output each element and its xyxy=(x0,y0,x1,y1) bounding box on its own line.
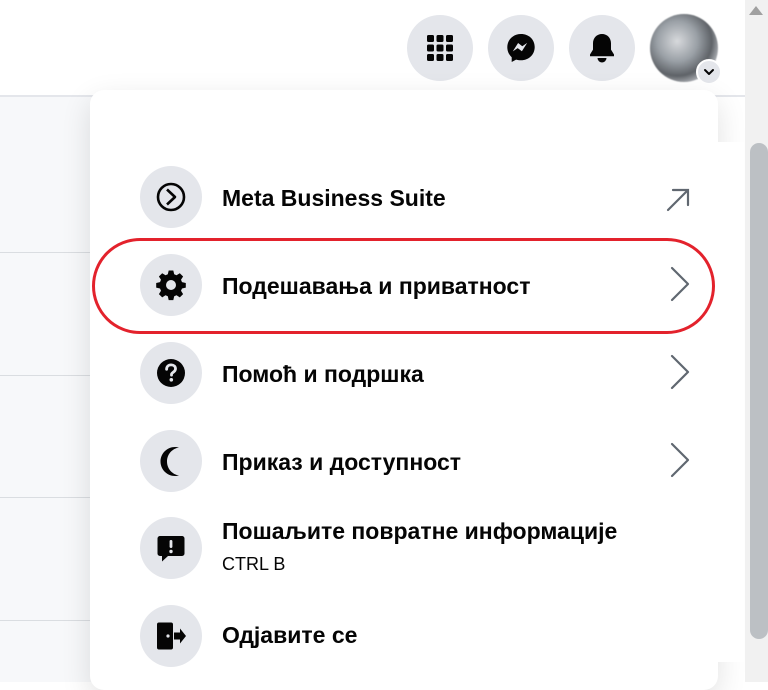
bell-icon xyxy=(590,34,614,63)
menu-item-display-accessibility[interactable]: Приказ и доступност xyxy=(115,410,715,498)
messenger-icon xyxy=(507,34,535,62)
top-navigation-bar xyxy=(0,0,745,96)
messenger-button[interactable] xyxy=(488,15,554,81)
menu-item-log-out[interactable]: Одјавите се xyxy=(115,585,715,673)
chevron-down-icon xyxy=(704,69,714,75)
menu-item-label: Одјавите се xyxy=(222,622,358,648)
meta-business-suite-icon xyxy=(140,166,202,228)
menu-item-help-support[interactable]: Помоћ и подршка xyxy=(115,322,715,410)
feedback-icon xyxy=(140,517,202,579)
account-menu-badge[interactable] xyxy=(696,59,722,85)
external-link-icon xyxy=(666,188,690,212)
keyboard-shortcut: CTRL B xyxy=(222,554,286,574)
menu-item-label: Помоћ и подршка xyxy=(222,361,424,387)
menu-item-give-feedback[interactable]: Пошаљите повратне информације CTRL B xyxy=(115,497,715,585)
grid-menu-icon xyxy=(427,35,453,61)
menu-item-label: Пошаљите повратне информације xyxy=(222,518,618,544)
scroll-up-arrow-icon[interactable] xyxy=(749,6,763,15)
menu-item-label: Приказ и доступност xyxy=(222,449,462,475)
menu-item-label: Meta Business Suite xyxy=(222,185,446,211)
moon-icon xyxy=(140,430,202,492)
help-icon xyxy=(140,342,202,404)
logout-icon xyxy=(140,605,202,667)
highlight-annotation xyxy=(92,238,715,334)
menu-item-meta-business-suite[interactable]: Meta Business Suite xyxy=(115,145,715,233)
chevron-right-icon xyxy=(670,354,690,390)
notifications-button[interactable] xyxy=(569,15,635,81)
menu-scrollbar-track xyxy=(720,142,744,662)
chevron-right-icon xyxy=(670,442,690,478)
menu-scrollbar-thumb[interactable] xyxy=(750,143,768,639)
menu-button[interactable] xyxy=(407,15,473,81)
